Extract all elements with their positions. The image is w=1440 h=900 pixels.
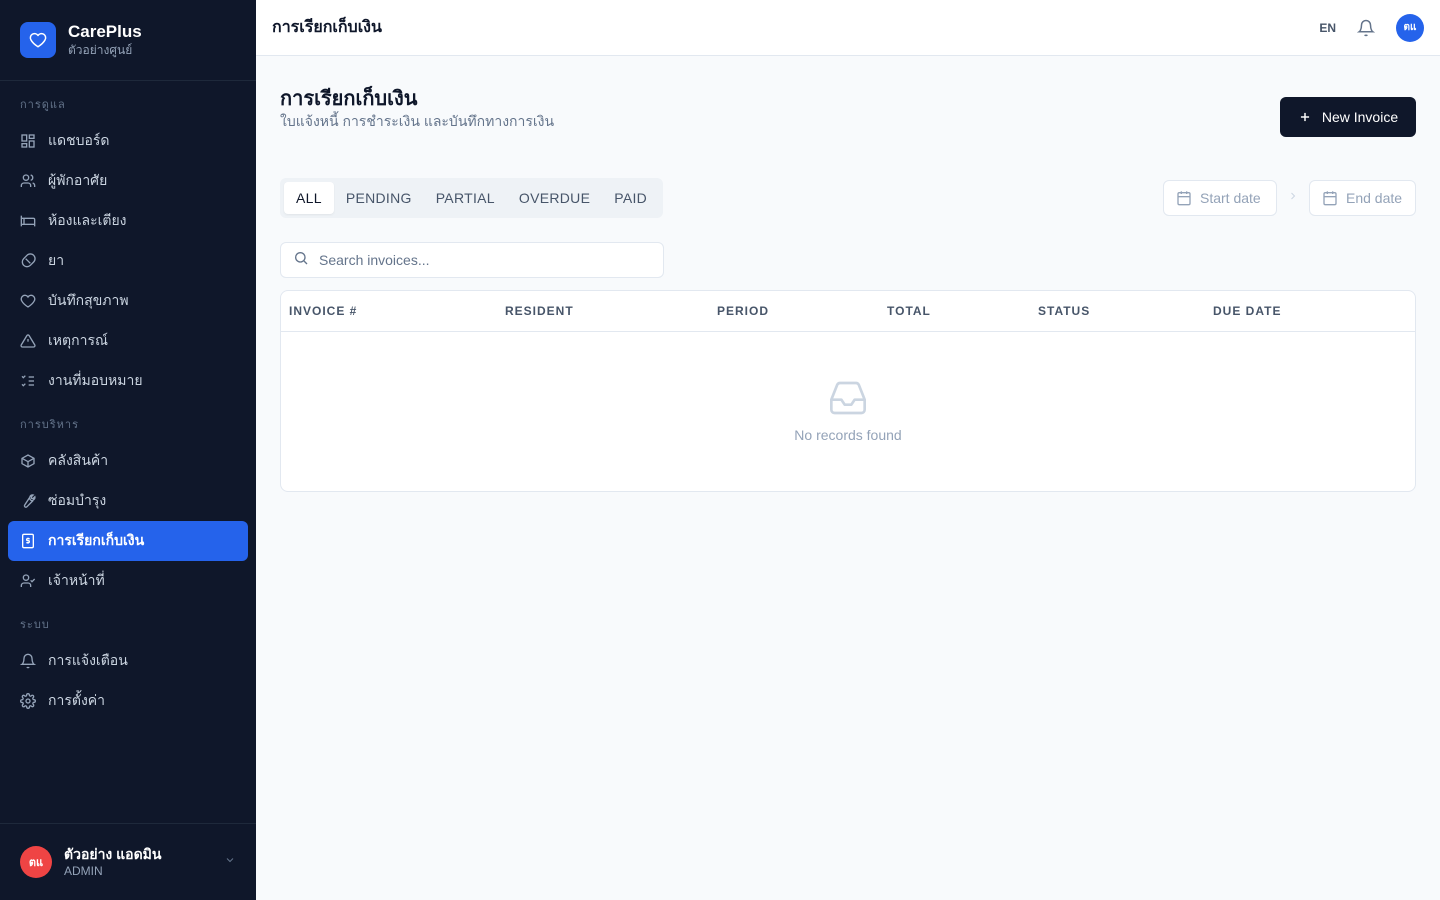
sidebar-item-label: ซ่อมบำรุง: [48, 492, 107, 508]
page-subtitle: ใบแจ้งหนี้ การชำระเงิน และบันทึกทางการเง…: [280, 113, 555, 129]
user-role: ADMIN: [64, 864, 103, 878]
sidebar-item-label: การแจ้งเตือน: [48, 652, 128, 668]
sidebar-item-rooms[interactable]: ห้องและเตียง: [8, 201, 248, 241]
sidebar-item-label: การเรียกเก็บเงิน: [48, 532, 145, 548]
column-header-total[interactable]: TOTAL: [887, 291, 931, 331]
calendar-icon: [1322, 190, 1338, 206]
bell-icon: [20, 653, 36, 669]
gear-icon: [20, 693, 36, 709]
sidebar-item-health-records[interactable]: บันทึกสุขภาพ: [8, 281, 248, 321]
tab-pending[interactable]: PENDING: [334, 182, 424, 214]
sidebar-item-incidents[interactable]: เหตุการณ์: [8, 321, 248, 361]
dashboard-icon: [20, 133, 36, 149]
bed-icon: [20, 213, 36, 229]
user-name: ตัวอย่าง แอดมิน: [64, 846, 162, 862]
column-header-status[interactable]: STATUS: [1038, 291, 1090, 331]
sidebar-item-medication[interactable]: ยา: [8, 241, 248, 281]
sidebar-item-notifications[interactable]: การแจ้งเตือน: [8, 641, 248, 681]
tab-overdue[interactable]: OVERDUE: [507, 182, 602, 214]
calendar-icon: [1176, 190, 1192, 206]
column-header-invoice[interactable]: INVOICE #: [289, 291, 357, 331]
avatar: ตแ: [20, 846, 52, 878]
sidebar-item-label: งานที่มอบหมาย: [48, 372, 143, 388]
user-menu[interactable]: ตแ ตัวอย่าง แอดมิน ADMIN: [0, 823, 256, 900]
sidebar-item-label: การตั้งค่า: [48, 692, 106, 708]
section-label: การดูแล: [20, 99, 66, 111]
task-list-icon: [20, 373, 36, 389]
start-date-picker[interactable]: Start date: [1163, 180, 1277, 216]
sidebar-item-label: ห้องและเตียง: [48, 212, 127, 228]
pill-icon: [20, 253, 36, 269]
sidebar-item-tasks[interactable]: งานที่มอบหมาย: [8, 361, 248, 401]
sidebar-item-inventory[interactable]: คลังสินค้า: [8, 441, 248, 481]
start-date-label: Start date: [1200, 190, 1261, 206]
sidebar-item-dashboard[interactable]: แดชบอร์ด: [8, 121, 248, 161]
topbar-title: การเรียกเก็บเงิน: [272, 19, 382, 36]
brand-subtitle: ตัวอย่างศูนย์: [68, 43, 133, 57]
sidebar: CarePlus ตัวอย่างศูนย์ การดูแล แดชบอร์ด …: [0, 0, 256, 900]
tab-partial[interactable]: PARTIAL: [424, 182, 507, 214]
heart-logo-icon: [20, 22, 56, 58]
alert-triangle-icon: [20, 333, 36, 349]
nav-section-admin: การบริหาร คลังสินค้า ซ่อมบำรุง การเรียกเ…: [0, 417, 256, 601]
nav-section-system: ระบบ การแจ้งเตือน การตั้งค่า: [0, 617, 256, 721]
sidebar-item-label: แดชบอร์ด: [48, 132, 110, 148]
page-title: การเรียกเก็บเงิน: [280, 88, 418, 110]
tab-all[interactable]: ALL: [284, 182, 334, 214]
column-header-due-date[interactable]: DUE DATE: [1213, 291, 1281, 331]
sidebar-item-label: ยา: [48, 252, 65, 268]
sidebar-item-billing[interactable]: การเรียกเก็บเงิน: [8, 521, 248, 561]
sidebar-item-maintenance[interactable]: ซ่อมบำรุง: [8, 481, 248, 521]
empty-state-text: No records found: [794, 427, 902, 443]
brand[interactable]: CarePlus ตัวอย่างศูนย์: [0, 0, 256, 81]
new-invoice-label: New Invoice: [1321, 109, 1399, 125]
wrench-icon: [20, 493, 36, 509]
sidebar-item-label: เจ้าหน้าที่: [48, 572, 105, 588]
package-icon: [20, 453, 36, 469]
search-input[interactable]: [319, 252, 639, 268]
language-switch[interactable]: EN: [1319, 21, 1336, 35]
sidebar-item-label: คลังสินค้า: [48, 452, 109, 468]
user-check-icon: [20, 573, 36, 589]
section-label: ระบบ: [20, 619, 50, 631]
avatar[interactable]: ตแ: [1396, 13, 1424, 42]
sidebar-item-label: บันทึกสุขภาพ: [48, 292, 129, 308]
sidebar-item-residents[interactable]: ผู้พักอาศัย: [8, 161, 248, 201]
sidebar-item-settings[interactable]: การตั้งค่า: [8, 681, 248, 721]
table-header: INVOICE # RESIDENT PERIOD TOTAL STATUS D…: [281, 291, 1415, 332]
users-icon: [20, 173, 36, 189]
sidebar-item-staff[interactable]: เจ้าหน้าที่: [8, 561, 248, 601]
topbar: การเรียกเก็บเงิน EN ตแ: [256, 0, 1440, 56]
end-date-picker[interactable]: End date: [1309, 180, 1416, 216]
nav-section-care: การดูแล แดชบอร์ด ผู้พักอาศัย ห้องและเตีย…: [0, 97, 256, 401]
bell-icon[interactable]: [1356, 18, 1376, 38]
empty-state: No records found: [281, 381, 1415, 443]
tab-paid[interactable]: PAID: [602, 182, 659, 214]
search-icon: [293, 250, 309, 271]
plus-icon: [1298, 110, 1312, 124]
chevron-right-icon: [1287, 190, 1299, 202]
end-date-label: End date: [1346, 190, 1403, 206]
sidebar-item-label: ผู้พักอาศัย: [48, 172, 108, 188]
inbox-icon: [281, 381, 1415, 415]
heart-icon: [20, 293, 36, 309]
status-tabs: ALL PENDING PARTIAL OVERDUE PAID: [280, 178, 664, 218]
chevron-down-icon[interactable]: [224, 853, 236, 871]
receipt-icon: [20, 533, 36, 549]
brand-name: CarePlus: [68, 22, 142, 41]
column-header-period[interactable]: PERIOD: [717, 291, 769, 331]
invoices-table: INVOICE # RESIDENT PERIOD TOTAL STATUS D…: [280, 290, 1416, 492]
section-label: การบริหาร: [20, 419, 79, 431]
new-invoice-button[interactable]: New Invoice: [1280, 97, 1416, 137]
sidebar-item-label: เหตุการณ์: [48, 332, 108, 348]
column-header-resident[interactable]: RESIDENT: [505, 291, 574, 331]
search-box: [280, 242, 664, 278]
